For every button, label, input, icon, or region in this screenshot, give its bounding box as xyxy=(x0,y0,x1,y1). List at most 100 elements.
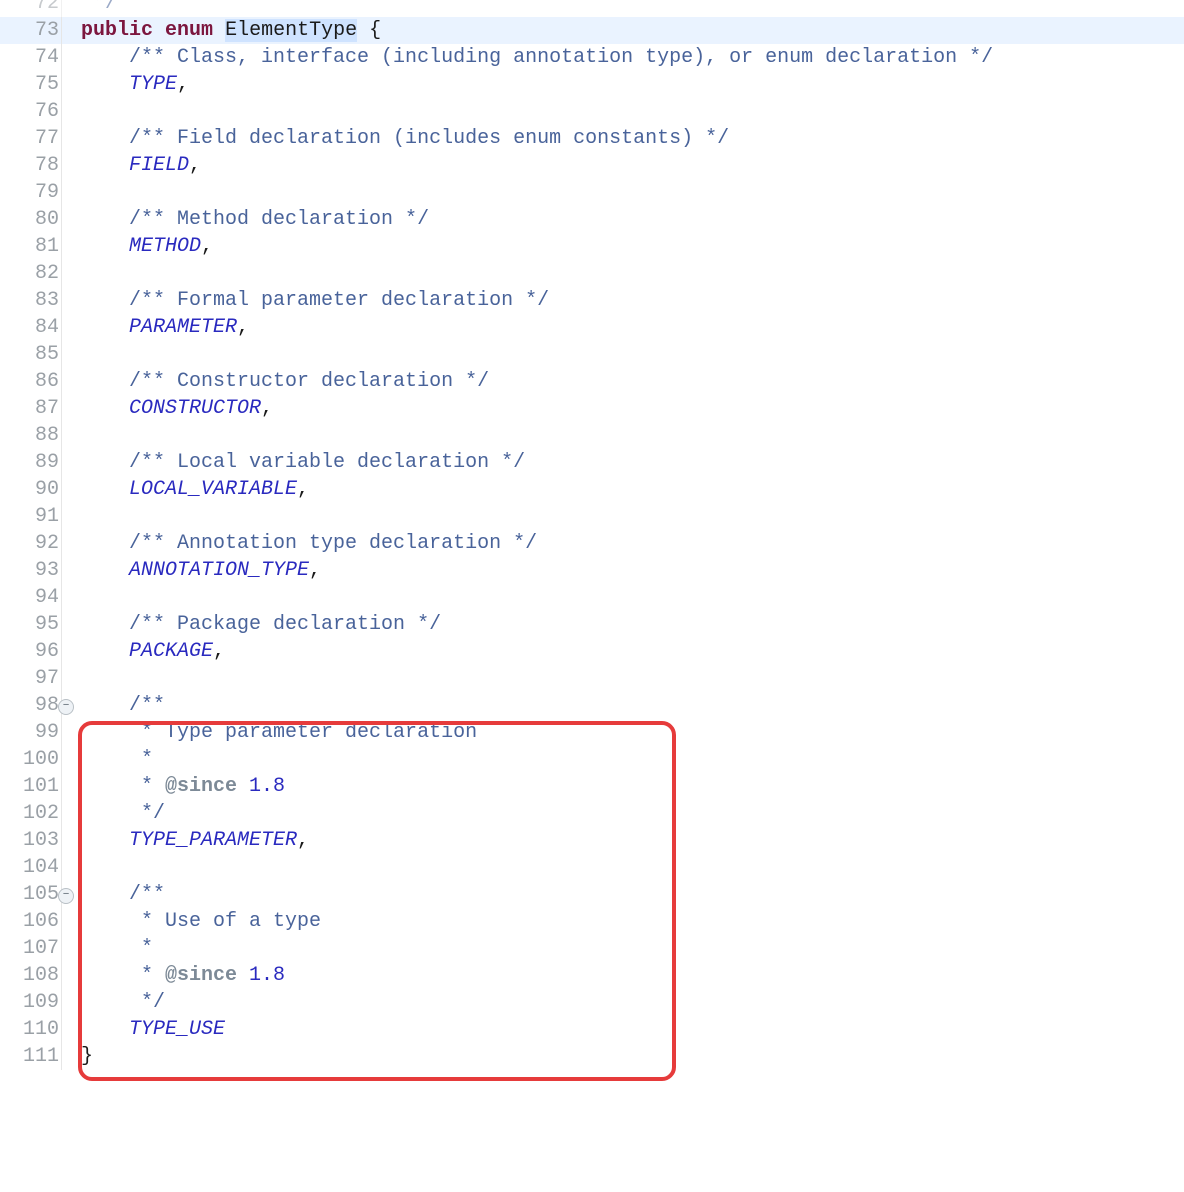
line-number[interactable]: 98 xyxy=(0,692,62,719)
code-line[interactable]: 84 PARAMETER, xyxy=(0,314,1184,341)
code-line[interactable]: 94 xyxy=(0,584,1184,611)
code-line[interactable]: 87 CONSTRUCTOR, xyxy=(0,395,1184,422)
code-line[interactable]: 78 FIELD, xyxy=(0,152,1184,179)
code-content[interactable]: /** Field declaration (includes enum con… xyxy=(77,125,729,152)
code-line[interactable]: 77 /** Field declaration (includes enum … xyxy=(0,125,1184,152)
line-number[interactable]: 83 xyxy=(0,287,62,314)
code-line[interactable]: 72 */ xyxy=(0,0,1184,17)
code-content[interactable]: TYPE_USE xyxy=(77,1016,225,1043)
code-line[interactable]: 89 /** Local variable declaration */ xyxy=(0,449,1184,476)
line-number[interactable]: 111 xyxy=(0,1043,62,1070)
code-line[interactable]: 93 ANNOTATION_TYPE, xyxy=(0,557,1184,584)
line-number[interactable]: 75 xyxy=(0,71,62,98)
code-content[interactable]: TYPE, xyxy=(77,71,189,98)
code-line[interactable]: 80 /** Method declaration */ xyxy=(0,206,1184,233)
line-number[interactable]: 91 xyxy=(0,503,62,530)
code-content[interactable]: /** Local variable declaration */ xyxy=(77,449,525,476)
code-line[interactable]: 76 xyxy=(0,98,1184,125)
line-number[interactable]: 109 xyxy=(0,989,62,1016)
code-content[interactable]: */ xyxy=(77,800,165,827)
line-number[interactable]: 89 xyxy=(0,449,62,476)
line-number[interactable]: 72 xyxy=(0,0,62,17)
code-content[interactable]: * xyxy=(77,746,153,773)
enum-type-name[interactable]: ElementType xyxy=(225,19,357,42)
code-line[interactable]: 73public enum ElementType { xyxy=(0,17,1184,44)
code-content[interactable]: /** xyxy=(77,881,165,908)
line-number[interactable]: 105 xyxy=(0,881,62,908)
code-line[interactable]: 109 */ xyxy=(0,989,1184,1016)
code-line[interactable]: 105− /** xyxy=(0,881,1184,908)
code-content[interactable]: /** Constructor declaration */ xyxy=(77,368,489,395)
code-line[interactable]: 74 /** Class, interface (including annot… xyxy=(0,44,1184,71)
code-content[interactable]: /** Annotation type declaration */ xyxy=(77,530,537,557)
code-content[interactable]: */ xyxy=(77,989,165,1016)
code-line[interactable]: 110 TYPE_USE xyxy=(0,1016,1184,1043)
code-content[interactable]: } xyxy=(77,1043,93,1070)
code-line[interactable]: 81 METHOD, xyxy=(0,233,1184,260)
code-content[interactable]: */ xyxy=(77,0,117,17)
code-content[interactable]: * Type parameter declaration xyxy=(77,719,477,746)
code-content[interactable]: ANNOTATION_TYPE, xyxy=(77,557,321,584)
code-line[interactable]: 99 * Type parameter declaration xyxy=(0,719,1184,746)
line-number[interactable]: 78 xyxy=(0,152,62,179)
code-line[interactable]: 104 xyxy=(0,854,1184,881)
code-line[interactable]: 85 xyxy=(0,341,1184,368)
line-number[interactable]: 93 xyxy=(0,557,62,584)
line-number[interactable]: 107 xyxy=(0,935,62,962)
fold-collapse-icon[interactable]: − xyxy=(58,699,74,715)
line-number[interactable]: 96 xyxy=(0,638,62,665)
code-line[interactable]: 100 * xyxy=(0,746,1184,773)
line-number[interactable]: 80 xyxy=(0,206,62,233)
code-content[interactable]: /** xyxy=(77,692,165,719)
code-line[interactable]: 111} xyxy=(0,1043,1184,1070)
code-line[interactable]: 107 * xyxy=(0,935,1184,962)
code-line[interactable]: 75 TYPE, xyxy=(0,71,1184,98)
code-line[interactable]: 90 LOCAL_VARIABLE, xyxy=(0,476,1184,503)
code-line[interactable]: 98− /** xyxy=(0,692,1184,719)
code-content[interactable]: /** Class, interface (including annotati… xyxy=(77,44,993,71)
code-content[interactable]: * Use of a type xyxy=(77,908,321,935)
code-line[interactable]: 103 TYPE_PARAMETER, xyxy=(0,827,1184,854)
line-number[interactable]: 81 xyxy=(0,233,62,260)
code-editor[interactable]: 72 */73public enum ElementType {74 /** C… xyxy=(0,0,1184,1182)
line-number[interactable]: 94 xyxy=(0,584,62,611)
line-number[interactable]: 86 xyxy=(0,368,62,395)
code-line[interactable]: 82 xyxy=(0,260,1184,287)
fold-collapse-icon[interactable]: − xyxy=(58,888,74,904)
line-number[interactable]: 82 xyxy=(0,260,62,287)
line-number[interactable]: 95 xyxy=(0,611,62,638)
code-line[interactable]: 96 PACKAGE, xyxy=(0,638,1184,665)
code-content[interactable]: PARAMETER, xyxy=(77,314,249,341)
code-content[interactable]: TYPE_PARAMETER, xyxy=(77,827,309,854)
code-content[interactable]: LOCAL_VARIABLE, xyxy=(77,476,309,503)
line-number[interactable]: 90 xyxy=(0,476,62,503)
code-line[interactable]: 91 xyxy=(0,503,1184,530)
code-line[interactable]: 92 /** Annotation type declaration */ xyxy=(0,530,1184,557)
code-content[interactable]: /** Formal parameter declaration */ xyxy=(77,287,549,314)
code-line[interactable]: 88 xyxy=(0,422,1184,449)
line-number[interactable]: 104 xyxy=(0,854,62,881)
line-number[interactable]: 103 xyxy=(0,827,62,854)
line-number[interactable]: 100 xyxy=(0,746,62,773)
code-line[interactable]: 108 * @since 1.8 xyxy=(0,962,1184,989)
line-number[interactable]: 99 xyxy=(0,719,62,746)
code-line[interactable]: 86 /** Constructor declaration */ xyxy=(0,368,1184,395)
code-content[interactable]: public enum ElementType { xyxy=(77,17,381,44)
code-content[interactable]: * xyxy=(77,935,153,962)
code-line[interactable]: 102 */ xyxy=(0,800,1184,827)
code-content[interactable]: PACKAGE, xyxy=(77,638,225,665)
line-number[interactable]: 92 xyxy=(0,530,62,557)
line-number[interactable]: 97 xyxy=(0,665,62,692)
code-line[interactable]: 97 xyxy=(0,665,1184,692)
code-content[interactable]: * @since 1.8 xyxy=(77,773,285,800)
line-number[interactable]: 102 xyxy=(0,800,62,827)
code-line[interactable]: 106 * Use of a type xyxy=(0,908,1184,935)
line-number[interactable]: 88 xyxy=(0,422,62,449)
line-number[interactable]: 76 xyxy=(0,98,62,125)
line-number[interactable]: 84 xyxy=(0,314,62,341)
code-line[interactable]: 101 * @since 1.8 xyxy=(0,773,1184,800)
code-content[interactable]: * @since 1.8 xyxy=(77,962,285,989)
line-number[interactable]: 85 xyxy=(0,341,62,368)
line-number[interactable]: 87 xyxy=(0,395,62,422)
line-number[interactable]: 74 xyxy=(0,44,62,71)
